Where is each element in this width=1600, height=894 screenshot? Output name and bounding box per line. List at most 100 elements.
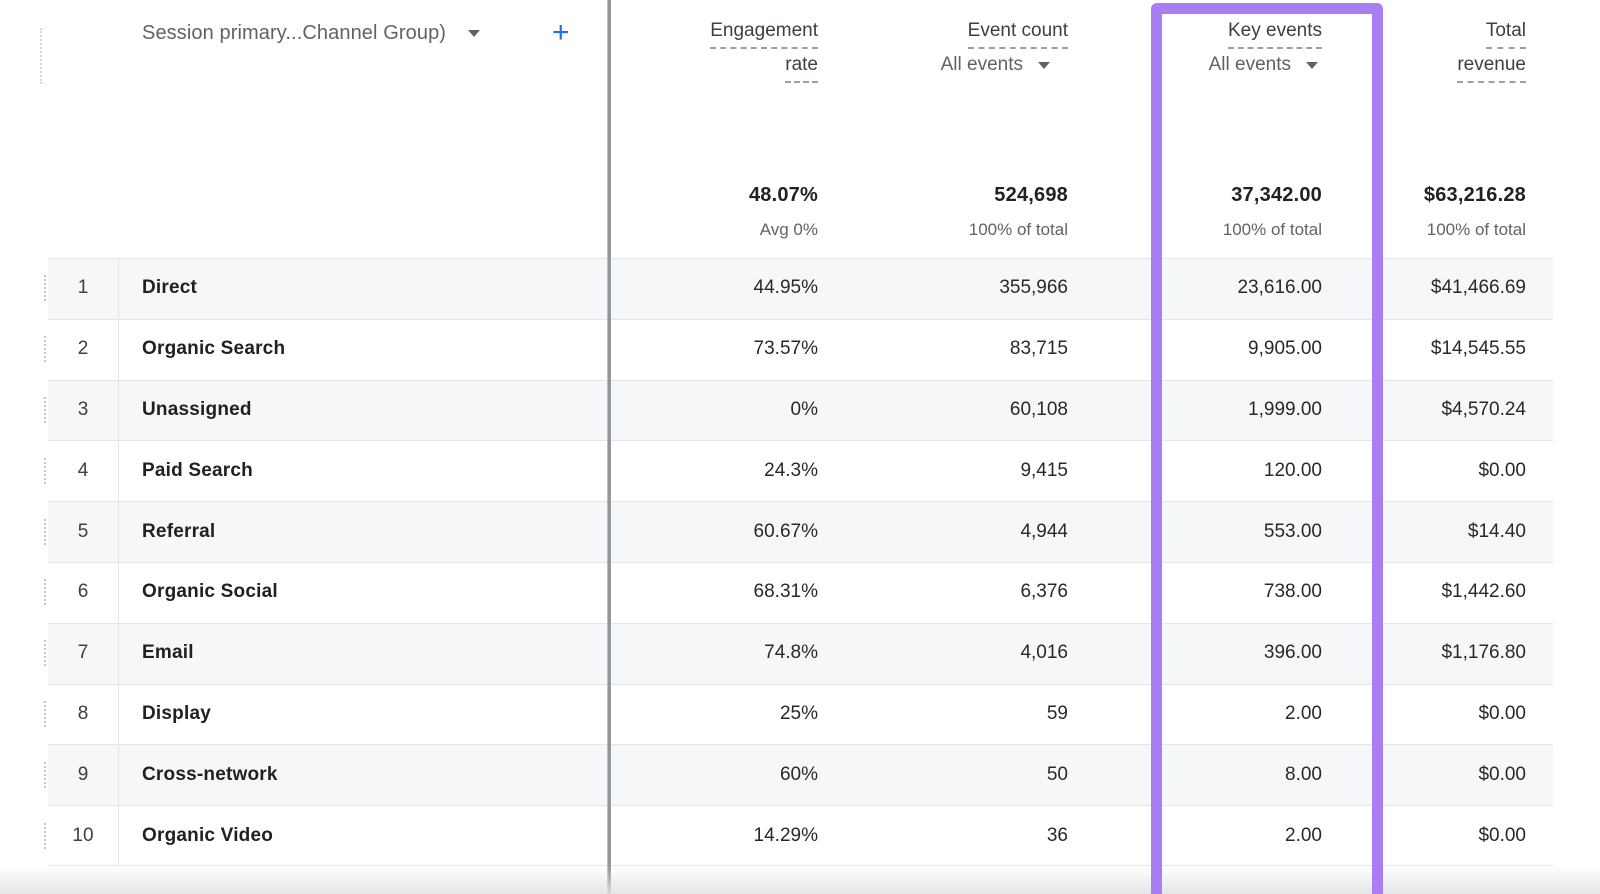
table-row[interactable]: 9 Cross-network 60% 50 8.00 $0.00 [0, 744, 1600, 805]
add-dimension-button[interactable]: + [552, 18, 570, 48]
event-count-value: 36 [1047, 825, 1068, 847]
channel-name: Direct [142, 277, 197, 299]
table-row[interactable]: 4 Paid Search 24.3% 9,415 120.00 $0.00 [0, 440, 1600, 501]
channel-name: Email [142, 642, 194, 664]
engagement-rate-value: 73.57% [754, 338, 818, 360]
key-events-value: 120.00 [1264, 460, 1322, 482]
key-events-value: 2.00 [1285, 825, 1322, 847]
key-events-value: 2.00 [1285, 703, 1322, 725]
row-index: 9 [48, 764, 118, 786]
engagement-rate-value: 0% [791, 399, 818, 421]
channel-name: Referral [142, 521, 215, 543]
row-index: 6 [48, 581, 118, 603]
engagement-rate-value: 60.67% [754, 521, 818, 543]
key-events-value: 1,999.00 [1248, 399, 1322, 421]
chevron-down-icon [468, 30, 480, 37]
left-edge-dots [44, 823, 46, 849]
column-header-label[interactable]: Event count [968, 20, 1068, 49]
row-index: 1 [48, 277, 118, 299]
column-header-label[interactable]: Engagement [710, 20, 818, 49]
table-row[interactable]: 2 Organic Search 73.57% 83,715 9,905.00 … [0, 319, 1600, 380]
row-grid-line [118, 805, 119, 866]
table-row[interactable]: 10 Organic Video 14.29% 36 2.00 $0.00 [0, 805, 1600, 866]
left-edge-dots [44, 579, 46, 605]
left-edge-dots [44, 275, 46, 301]
event-count-value: 59 [1047, 703, 1068, 725]
total-revenue-value: $41,466.69 [1431, 277, 1526, 299]
total-value: 48.07% [749, 184, 818, 207]
table-row[interactable]: 7 Email 74.8% 4,016 396.00 $1,176.80 [0, 623, 1600, 684]
channel-name: Cross-network [142, 764, 278, 786]
chevron-down-icon [1038, 62, 1050, 69]
row-grid-line [118, 744, 119, 805]
column-header-event-count[interactable]: Event count [968, 20, 1068, 49]
row-index: 4 [48, 460, 118, 482]
totals-row: 48.07% Avg 0% 524,698 100% of total 37,3… [0, 184, 1600, 254]
column-header-total-revenue[interactable]: Total revenue [1457, 20, 1526, 83]
key-events-value: 738.00 [1264, 581, 1322, 603]
row-grid-line [118, 501, 119, 562]
left-edge-dots [44, 701, 46, 727]
total-event-count: 524,698 100% of total [969, 184, 1068, 240]
chevron-down-icon [1306, 62, 1318, 69]
channel-name: Organic Search [142, 338, 285, 360]
row-index: 3 [48, 399, 118, 421]
row-grid-line [118, 440, 119, 501]
table-row[interactable]: 8 Display 25% 59 2.00 $0.00 [0, 684, 1600, 745]
channel-name: Organic Video [142, 825, 273, 847]
event-count-value: 50 [1047, 764, 1068, 786]
total-revenue-value: $1,442.60 [1441, 581, 1526, 603]
row-grid-line [118, 258, 119, 319]
total-revenue-value: $0.00 [1478, 460, 1526, 482]
column-header-label[interactable]: rate [785, 54, 818, 83]
key-events-value: 23,616.00 [1237, 277, 1322, 299]
total-value: $63,216.28 [1424, 184, 1526, 207]
event-count-value: 60,108 [1010, 399, 1068, 421]
key-events-value: 9,905.00 [1248, 338, 1322, 360]
table-row[interactable]: 1 Direct 44.95% 355,966 23,616.00 $41,46… [0, 258, 1600, 319]
column-header-label[interactable]: Total [1486, 20, 1526, 49]
total-revenue-value: $14.40 [1468, 521, 1526, 543]
engagement-rate-value: 74.8% [764, 642, 818, 664]
column-header-engagement-rate[interactable]: Engagement rate [710, 20, 818, 83]
total-key-events: 37,342.00 100% of total [1223, 184, 1322, 240]
key-events-value: 396.00 [1264, 642, 1322, 664]
event-count-value: 9,415 [1020, 460, 1068, 482]
left-edge-dots [44, 762, 46, 788]
channel-name: Unassigned [142, 399, 252, 421]
left-edge-dots [44, 397, 46, 423]
row-grid-line [118, 623, 119, 684]
table-row[interactable]: 5 Referral 60.67% 4,944 553.00 $14.40 [0, 501, 1600, 562]
total-revenue-value: $0.00 [1478, 703, 1526, 725]
left-edge-dots [44, 640, 46, 666]
total-value: 524,698 [969, 184, 1068, 207]
key-events-value: 8.00 [1285, 764, 1322, 786]
row-index: 5 [48, 521, 118, 543]
left-edge-dots [44, 458, 46, 484]
total-revenue-total: $63,216.28 100% of total [1424, 184, 1526, 240]
column-header-label[interactable]: revenue [1457, 54, 1526, 83]
column-resize-divider[interactable] [607, 0, 611, 894]
table-row[interactable]: 3 Unassigned 0% 60,108 1,999.00 $4,570.2… [0, 380, 1600, 441]
left-edge-dots [44, 336, 46, 362]
column-header-label[interactable]: Key events [1228, 20, 1322, 49]
engagement-rate-value: 44.95% [754, 277, 818, 299]
engagement-rate-value: 24.3% [764, 460, 818, 482]
analytics-table: Session primary...Channel Group) + Engag… [0, 0, 1600, 894]
event-count-value: 4,016 [1020, 642, 1068, 664]
row-grid-line [118, 684, 119, 745]
event-count-value: 355,966 [999, 277, 1068, 299]
event-count-filter-dropdown[interactable]: All events [941, 54, 1050, 76]
channel-name: Display [142, 703, 211, 725]
key-events-filter-dropdown[interactable]: All events [1209, 54, 1318, 76]
row-grid-line [118, 380, 119, 441]
key-events-value: 553.00 [1264, 521, 1322, 543]
event-count-value: 83,715 [1010, 338, 1068, 360]
row-index: 8 [48, 703, 118, 725]
total-revenue-value: $14,545.55 [1431, 338, 1526, 360]
dimension-selector[interactable]: Session primary...Channel Group) [142, 22, 480, 45]
total-engagement-rate: 48.07% Avg 0% [749, 184, 818, 240]
total-revenue-value: $4,570.24 [1441, 399, 1526, 421]
column-header-key-events[interactable]: Key events [1228, 20, 1322, 49]
table-row[interactable]: 6 Organic Social 68.31% 6,376 738.00 $1,… [0, 562, 1600, 623]
